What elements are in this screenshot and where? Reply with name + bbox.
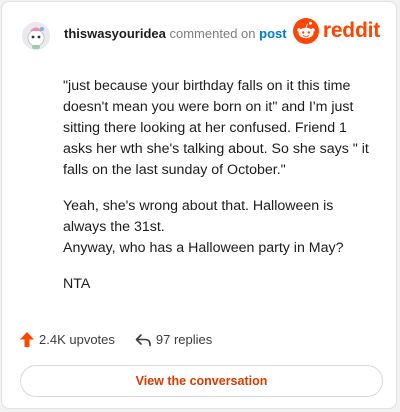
comment-footer: 2.4K upvotes 97 replies [20, 332, 212, 347]
reddit-logo[interactable]: reddit [292, 18, 380, 44]
post-link[interactable]: post [259, 26, 286, 41]
comment-paragraph-1: "just because your birthday falls on it … [63, 78, 369, 178]
comment-paragraph-2: Yeah, she's wrong about that. Halloween … [63, 198, 344, 256]
reply-arrow-icon [135, 333, 151, 346]
author-name[interactable]: thiswasyouridea [64, 26, 166, 41]
comment-card: thiswasyouridea commented on post reddit… [1, 1, 397, 409]
reddit-snoo-icon [292, 18, 319, 44]
avatar-icon [22, 22, 50, 50]
comment-body: "just because your birthday falls on it … [63, 76, 379, 310]
user-avatar[interactable] [22, 22, 50, 50]
reply-count: 97 replies [155, 332, 213, 347]
view-conversation-button[interactable]: View the conversation [20, 365, 383, 397]
reddit-wordmark: reddit [322, 19, 380, 42]
upvote-arrow-icon [20, 332, 34, 347]
reply-button[interactable]: 97 replies [135, 332, 212, 347]
action-text: commented on [169, 26, 256, 41]
comment-header: thiswasyouridea commented on post [64, 26, 287, 41]
comment-paragraph-3: NTA [63, 276, 91, 292]
upvote-button[interactable]: 2.4K upvotes [20, 332, 115, 347]
upvote-count: 2.4K upvotes [39, 332, 115, 347]
